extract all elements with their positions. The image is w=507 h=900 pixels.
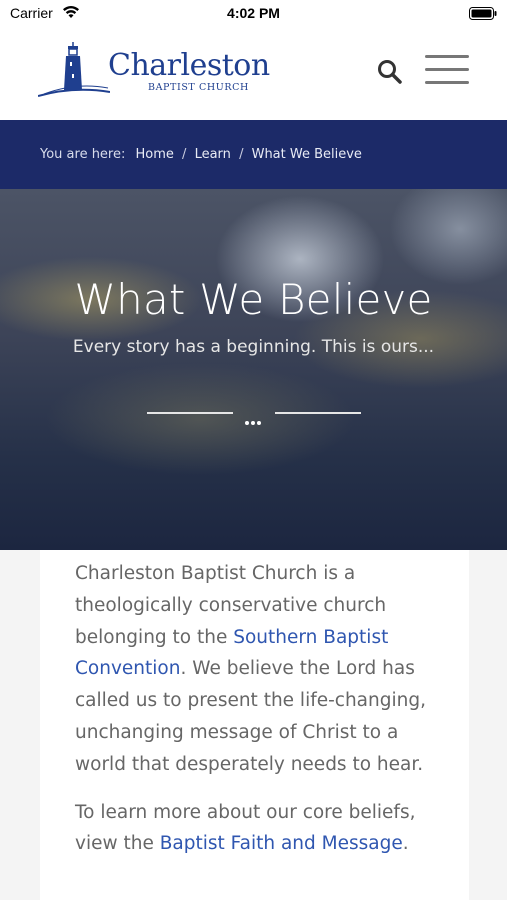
hero-banner: What We Believe Every story has a beginn… bbox=[0, 189, 507, 550]
battery-icon bbox=[469, 7, 497, 20]
page-title: What We Believe bbox=[74, 275, 433, 324]
status-time: 4:02 PM bbox=[227, 5, 280, 21]
intro-paragraph: Charleston Baptist Church is a theologic… bbox=[75, 558, 435, 781]
logo-name: Charleston bbox=[108, 48, 270, 83]
breadcrumb-bar: You are here: Home / Learn / What We Bel… bbox=[0, 120, 507, 189]
church-logo[interactable]: Charleston BAPTIST CHURCH bbox=[38, 42, 270, 100]
beliefs-paragraph: To learn more about our core beliefs, vi… bbox=[75, 797, 435, 861]
hero-divider bbox=[147, 409, 361, 425]
breadcrumb-home-link[interactable]: Home bbox=[136, 147, 174, 162]
search-icon[interactable] bbox=[376, 58, 404, 86]
divider-line-left bbox=[147, 412, 233, 414]
baptist-faith-message-link[interactable]: Baptist Faith and Message bbox=[160, 833, 403, 854]
divider-line-right bbox=[275, 412, 361, 414]
breadcrumb-current-page[interactable]: What We Believe bbox=[252, 147, 362, 162]
breadcrumb: You are here: Home / Learn / What We Bel… bbox=[40, 147, 362, 162]
breadcrumb-learn-link[interactable]: Learn bbox=[195, 147, 231, 162]
status-bar: Carrier 4:02 PM bbox=[0, 0, 507, 28]
hamburger-menu-icon[interactable] bbox=[425, 55, 469, 87]
content-body: Charleston Baptist Church is a theologic… bbox=[75, 558, 435, 876]
menu-line bbox=[425, 68, 469, 71]
menu-line bbox=[425, 81, 469, 84]
content-card: Charleston Baptist Church is a theologic… bbox=[40, 550, 469, 900]
beliefs-text-end: . bbox=[402, 833, 409, 855]
menu-line bbox=[425, 55, 469, 58]
breadcrumb-separator: / bbox=[239, 147, 244, 162]
lighthouse-icon bbox=[38, 42, 110, 97]
site-header: Charleston BAPTIST CHURCH bbox=[0, 28, 507, 120]
breadcrumb-separator: / bbox=[182, 147, 187, 162]
divider-dots-icon bbox=[245, 410, 265, 425]
logo-subtitle: BAPTIST CHURCH bbox=[148, 82, 249, 93]
breadcrumb-prefix: You are here: bbox=[40, 147, 126, 162]
hero-subtitle: Every story has a beginning. This is our… bbox=[72, 337, 435, 357]
